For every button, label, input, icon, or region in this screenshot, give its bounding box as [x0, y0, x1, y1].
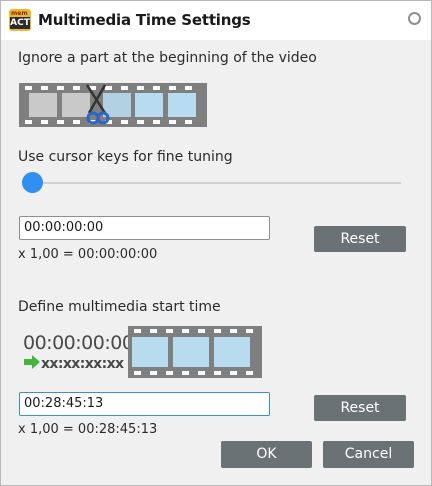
start-scale-text: x 1,00 = 00:28:45:13 — [18, 422, 158, 437]
dialog-title: Multimedia Time Settings — [38, 11, 251, 29]
fine-tuning-hint: Use cursor keys for fine tuning — [18, 149, 233, 165]
app-logo-text-top: mem — [11, 10, 28, 17]
offset-slider-thumb[interactable] — [22, 172, 43, 193]
app-logo-text-bottom: ACT — [10, 17, 30, 29]
right-arrow-icon — [24, 355, 40, 369]
timecode-placeholder: xx:xx:xx:xx — [41, 356, 124, 372]
film-strip-icon — [128, 326, 262, 378]
film-cut-icon — [19, 83, 207, 127]
ignore-beginning-label: Ignore a part at the beginning of the vi… — [18, 50, 317, 66]
offset-slider-track[interactable] — [33, 182, 401, 184]
ok-button[interactable]: OK — [221, 441, 312, 468]
app-logo-icon: mem ACT — [9, 9, 31, 31]
ignore-scale-text: x 1,00 = 00:00:00:00 — [18, 247, 158, 262]
start-time-input[interactable]: 00:28:45:13 — [19, 392, 270, 416]
timecode-display: 00:00:00:00 — [23, 332, 134, 354]
dialog-window: mem ACT Multimedia Time Settings Ignore … — [0, 0, 432, 486]
reset-start-button[interactable]: Reset — [314, 395, 406, 421]
reset-ignore-button[interactable]: Reset — [314, 226, 406, 252]
start-time-label: Define multimedia start time — [18, 299, 221, 315]
title-bar: mem ACT Multimedia Time Settings — [1, 1, 431, 40]
ignore-time-input[interactable]: 00:00:00:00 — [19, 216, 270, 240]
cancel-button[interactable]: Cancel — [323, 441, 414, 468]
window-state-icon[interactable] — [408, 12, 421, 25]
